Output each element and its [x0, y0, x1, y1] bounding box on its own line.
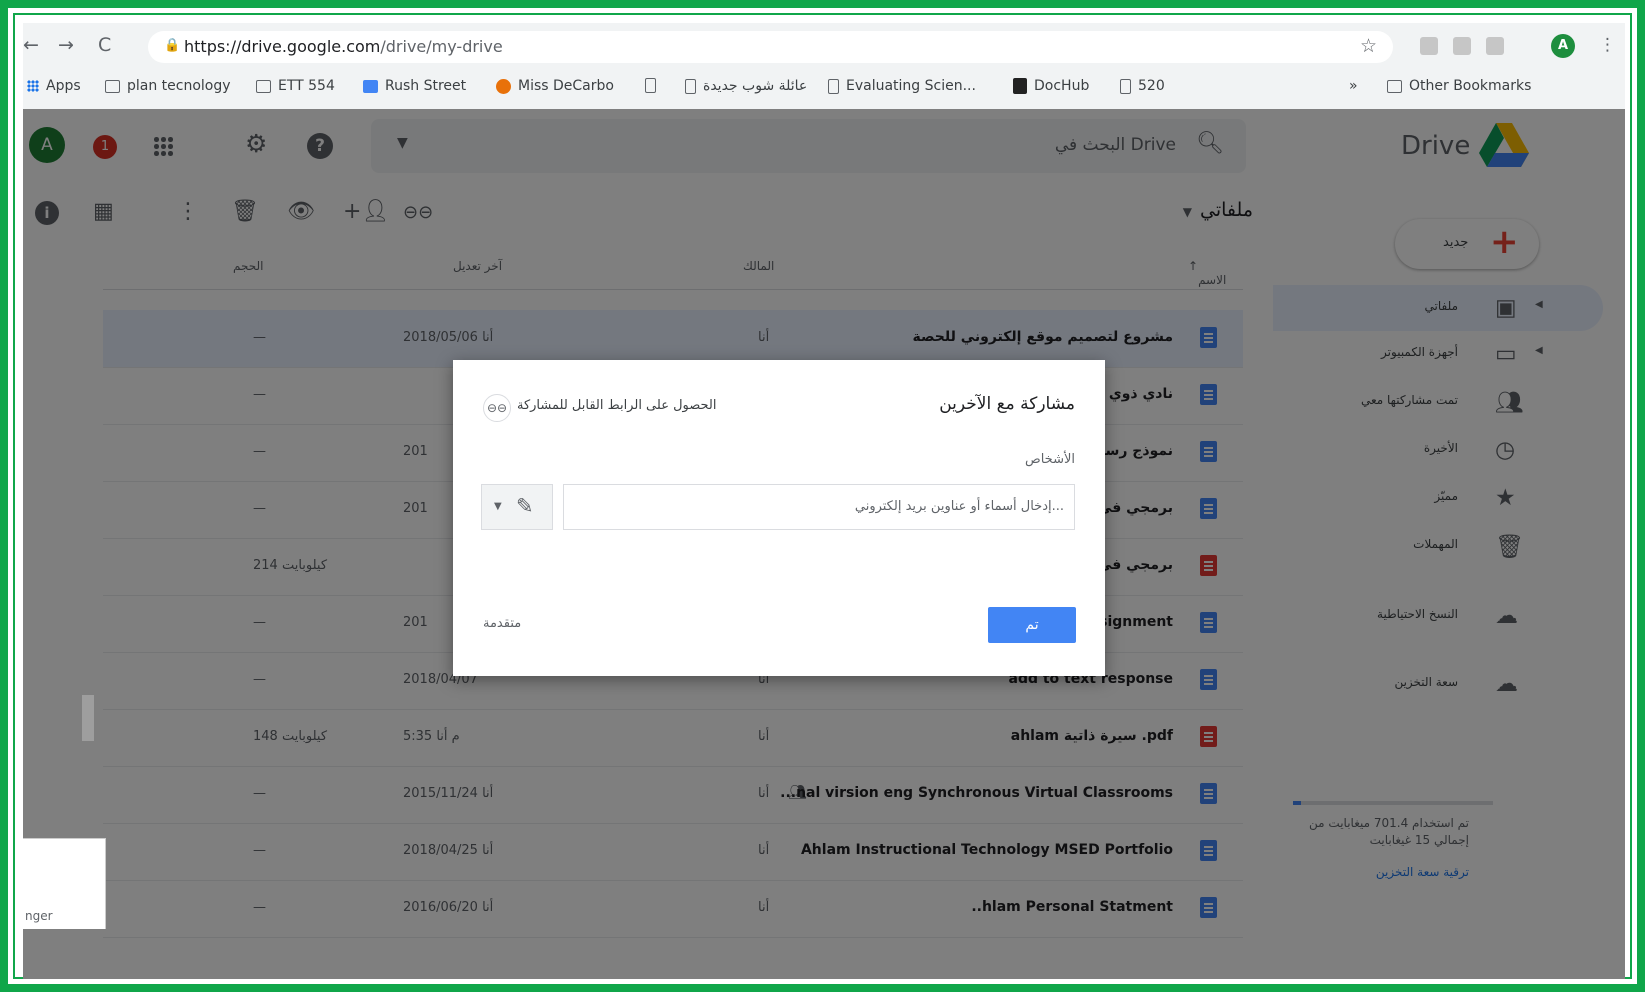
- browser-menu-icon[interactable]: ⋮: [1599, 35, 1616, 55]
- reload-icon[interactable]: C: [98, 34, 111, 56]
- scrollbar[interactable]: [82, 695, 94, 741]
- extension-icon[interactable]: [1453, 37, 1471, 55]
- dochub-icon: [1013, 78, 1027, 94]
- page-icon: [645, 78, 656, 93]
- bookmark-page[interactable]: [645, 78, 663, 93]
- dialog-title: مشاركة مع الآخرين: [939, 394, 1075, 414]
- lock-icon: 🔒: [164, 38, 181, 53]
- page-icon: [828, 78, 839, 94]
- permission-dropdown[interactable]: ▼ ✎: [481, 484, 553, 530]
- bookmarks-overflow[interactable]: »: [1349, 78, 1358, 94]
- apps-icon: [27, 80, 39, 92]
- bookmark-arabic[interactable]: عائلة شوب جديدة: [685, 78, 807, 94]
- link-icon[interactable]: ⊖⊖: [483, 394, 511, 422]
- account-avatar[interactable]: A: [1551, 34, 1575, 58]
- bookmark-star-icon[interactable]: ☆: [1360, 35, 1377, 57]
- bookmark-dochub[interactable]: DocHub: [1013, 78, 1089, 94]
- people-input[interactable]: إدخال أسماء أو عناوين بريد إلكتروني...: [563, 484, 1075, 530]
- bookmark-apps[interactable]: Apps: [27, 78, 81, 94]
- extension-icon[interactable]: [1486, 37, 1504, 55]
- url-text: https://drive.google.com/drive/my-drive: [184, 37, 503, 56]
- page-icon: [685, 78, 696, 94]
- forward-icon[interactable]: →: [58, 34, 74, 56]
- people-label: الأشخاص: [1025, 452, 1075, 467]
- trello-icon: [363, 79, 378, 93]
- bookmark-evaluating[interactable]: Evaluating Scien...: [828, 78, 976, 94]
- bottom-left-panel: nger: [23, 838, 106, 929]
- folder-icon: [1387, 79, 1402, 93]
- folder-icon: [105, 79, 120, 93]
- url-bar[interactable]: 🔒 https://drive.google.com/drive/my-driv…: [148, 31, 1393, 63]
- done-button[interactable]: تم: [988, 607, 1076, 643]
- back-icon[interactable]: ←: [23, 34, 39, 56]
- bookmark-rush-street[interactable]: Rush Street: [363, 78, 466, 94]
- bookmark-miss-decarbo[interactable]: Miss DeCarbo: [496, 78, 614, 94]
- pencil-icon: ✎: [516, 494, 534, 518]
- share-dialog: مشاركة مع الآخرين ⊖⊖ الحصول على الرابط ا…: [453, 360, 1105, 676]
- bookmark-plan-tecnology[interactable]: plan tecnology: [105, 78, 231, 94]
- site-icon: [496, 78, 511, 94]
- advanced-link[interactable]: متقدمة: [483, 616, 521, 631]
- browser-chrome: ← → C 🔒 https://drive.google.com/drive/m…: [23, 23, 1625, 109]
- get-shareable-link[interactable]: الحصول على الرابط القابل للمشاركة: [517, 398, 717, 413]
- folder-icon: [256, 79, 271, 93]
- address-row: ← → C 🔒 https://drive.google.com/drive/m…: [23, 23, 1625, 69]
- other-bookmarks[interactable]: Other Bookmarks: [1387, 78, 1531, 94]
- bookmark-520[interactable]: 520: [1120, 78, 1165, 94]
- bookmark-ett-554[interactable]: ETT 554: [256, 78, 335, 94]
- page-icon: [1120, 78, 1131, 94]
- bookmarks-bar: Apps plan tecnology ETT 554 Rush Street …: [23, 69, 1625, 109]
- chevron-down-icon: ▼: [494, 501, 502, 512]
- extension-icon[interactable]: [1420, 37, 1438, 55]
